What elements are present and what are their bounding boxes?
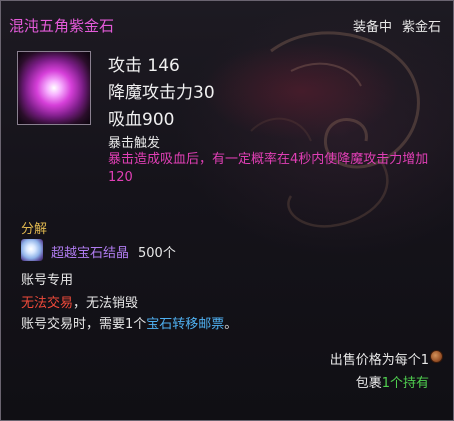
stat-attack: 攻击 146 [108, 56, 180, 76]
note-prefix: 账号交易时，需要1个 [21, 317, 147, 332]
bag-count: 包裹1个持有 [356, 372, 429, 391]
purple-gem-icon[interactable] [17, 51, 91, 125]
stat-demon-attack: 降魔攻击力30 [108, 83, 215, 103]
no-trade-label: 无法交易 [21, 296, 74, 311]
stat-lifesteal: 吸血900 [108, 110, 175, 130]
equipped-label: 装备中 [352, 20, 392, 35]
account-bound-label: 账号专用 [21, 273, 74, 288]
effect-description: 暴击造成吸血后，有一定概率在4秒内使降魔攻击力增加120 [108, 152, 429, 185]
item-tooltip: 混沌五角紫金石 装备中 紫金石 攻击 146 降魔攻击力30 吸血900 暴击触发… [0, 0, 454, 421]
effect-title: 暴击触发 [108, 136, 161, 151]
stamp-link[interactable]: 宝石转移邮票 [146, 317, 224, 332]
dragon-background-art [250, 31, 420, 228]
account-trade-note: 账号交易时，需要1个宝石转移邮票。 [21, 313, 237, 332]
item-status: 装备中 紫金石 [343, 16, 441, 35]
note-suffix: 。 [224, 317, 238, 332]
sell-price: 出售价格为每个1 [329, 353, 429, 368]
item-type-label: 紫金石 [401, 20, 441, 35]
owned-count: 1个持有 [381, 376, 429, 391]
item-name: 混沌五角紫金石 [9, 17, 115, 35]
no-destroy-label: ，无法销毁 [73, 296, 139, 311]
crystal-icon[interactable] [21, 239, 43, 261]
material-count: 500个 [138, 246, 176, 261]
copper-coin-icon [430, 350, 443, 363]
trade-restriction: 无法交易，无法销毁 [21, 292, 138, 311]
decompose-label: 分解 [21, 222, 48, 237]
bag-label: 包裹 [355, 376, 382, 391]
material-name[interactable]: 超越宝石结晶 [51, 242, 129, 261]
